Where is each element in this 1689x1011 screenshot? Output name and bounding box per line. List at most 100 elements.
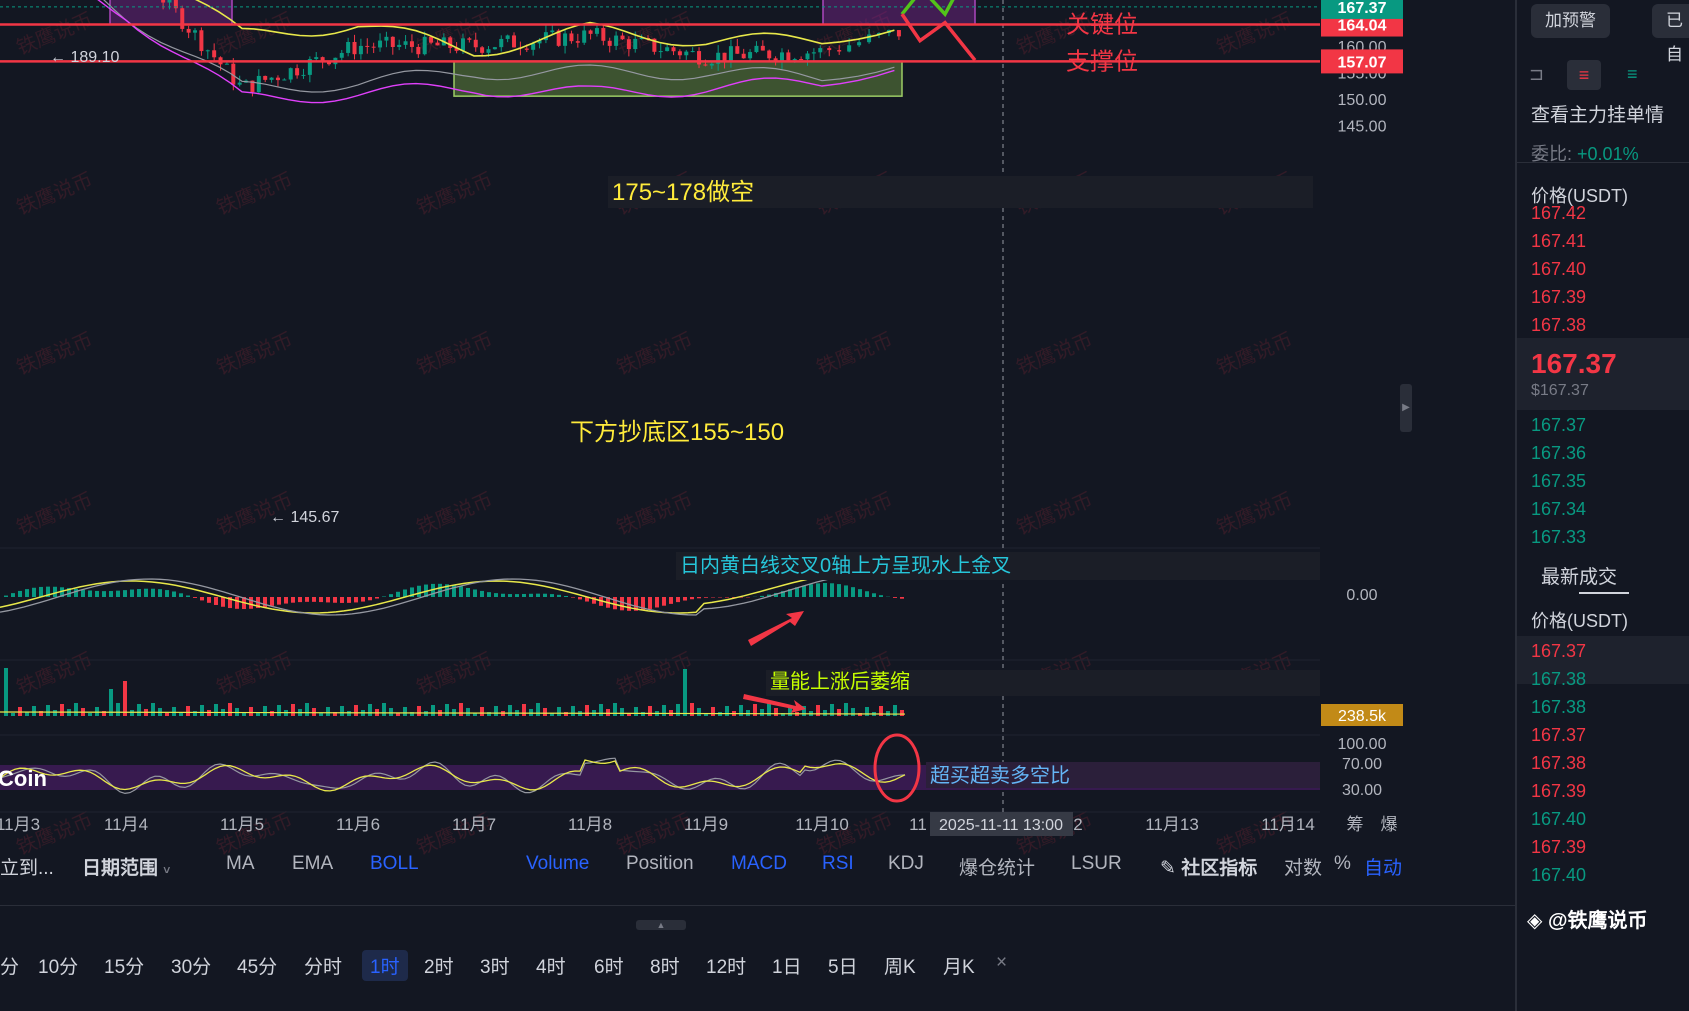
candle-body [390,36,395,48]
indicator-rsi[interactable]: RSI [822,853,854,875]
add-alert-button[interactable]: 加预警 [1531,4,1610,38]
community-indicators-button[interactable]: ✎ 社区指标 [1160,853,1257,880]
volume-bar [480,707,484,716]
indicator-爆仓统计[interactable]: 爆仓统计 [959,853,1035,880]
volume-bar [900,710,904,716]
interval-9[interactable]: 4时 [536,952,566,979]
candle-body [837,50,842,52]
volume-bar [74,703,78,716]
volume-bar [326,707,330,716]
candle-body [480,47,485,53]
volume-bar [459,703,463,716]
candle-body [365,45,370,47]
candle-body [563,33,568,46]
volume-note: 量能上涨后萎缩 [770,670,910,693]
auto-toggle[interactable]: 自动 [1364,853,1402,880]
volume-bar [599,704,603,716]
macd-histogram-bar [53,586,57,597]
interval-12[interactable]: 12时 [706,952,746,979]
volume-bar [88,713,92,716]
macd-zero-label: 0.00 [1346,587,1377,604]
interval-1[interactable]: 10分 [38,952,78,979]
candle-body [779,52,784,62]
candle-body [486,49,491,53]
indicator-boll[interactable]: BOLL [370,853,419,875]
macd-histogram-bar [130,589,134,597]
volume-bar [186,706,190,716]
interval-13[interactable]: 1日 [772,952,802,979]
indicator-ma[interactable]: MA [226,853,255,875]
bids-only-icon[interactable]: ≡ [1627,64,1638,85]
indicator-ema[interactable]: EMA [292,853,333,875]
candle-body [614,35,619,46]
interval-4[interactable]: 45分 [237,952,277,979]
collapse-handle-icon[interactable]: ▲ [636,920,686,930]
trades-tab[interactable]: 最新成交 [1541,562,1617,589]
macd-histogram-bar [816,583,820,597]
quick-link[interactable]: 立到... [0,853,54,880]
resistance-box-left [109,0,233,26]
interval-3[interactable]: 30分 [171,952,211,979]
macd-histogram-bar [459,586,463,597]
macd-histogram-bar [144,588,148,597]
interval-11[interactable]: 8时 [650,952,680,979]
indicator-volume[interactable]: Volume [526,853,589,875]
bid-row: 167.33 [1531,527,1587,547]
macd-histogram-bar [571,597,575,598]
brand-watermark: ◈ @铁鹰说币 [1527,904,1647,933]
bid-row: 167.35 [1531,471,1587,491]
rsi-tick-label: 30.00 [1342,782,1382,799]
interval-15[interactable]: 周K [884,952,916,979]
macd-histogram-bar [382,596,386,597]
both-sides-icon[interactable]: ≡ [1567,60,1601,90]
candle-body [709,63,714,66]
done-button[interactable]: 已自 [1652,4,1689,64]
percent-toggle[interactable]: % [1334,853,1351,875]
indicator-macd[interactable]: MACD [731,853,787,875]
interval-2[interactable]: 15分 [104,952,144,979]
macd-histogram-bar [662,597,666,606]
volume-bar [865,707,869,716]
interval-0[interactable]: 分 [0,952,19,979]
indicator-kdj[interactable]: KDJ [888,853,924,875]
book-icon[interactable]: ⊐ [1529,64,1544,85]
macd-histogram-bar [270,597,274,606]
date-range-button[interactable]: 日期范围 ˅ [82,853,170,880]
macd-histogram-bar [172,591,176,597]
volume-bar [263,706,267,716]
interval-16[interactable]: 月K [943,952,975,979]
interval-14[interactable]: 5日 [828,952,858,979]
brand-logo-icon: ◈ [1527,910,1543,932]
log-toggle[interactable]: 对数 [1284,853,1322,880]
macd-histogram-bar [214,597,218,605]
interval-7[interactable]: 2时 [424,952,454,979]
close-icon[interactable]: × [996,952,1007,974]
volume-bar [613,703,617,716]
volume-bar [60,704,64,716]
order-title[interactable]: 查看主力挂单情 [1531,100,1664,127]
indicator-position[interactable]: Position [626,853,694,875]
macd-histogram-bar [669,597,673,604]
candle-body [847,45,852,52]
macd-histogram-bar [648,597,652,609]
volume-bar [319,713,323,716]
interval-6[interactable]: 1时 [362,950,408,981]
candle-body [512,35,517,48]
interval-5[interactable]: 分时 [304,952,342,979]
interval-8[interactable]: 3时 [480,952,510,979]
volume-bar [130,710,134,716]
ask-row: 167.42 [1531,203,1587,223]
macd-histogram-bar [109,591,113,597]
date-range-label: 日期范围 [82,858,159,879]
low-marker: ← 145.67 [270,509,339,526]
indicator-lsur[interactable]: LSUR [1071,853,1122,875]
macd-histogram-bar [480,590,484,597]
macd-histogram-bar [830,583,834,597]
coin-label: Coin [0,766,47,791]
interval-10[interactable]: 6时 [594,952,624,979]
candle-body [199,30,204,52]
candle-body [346,41,351,53]
candle-body [180,8,185,29]
panel-expand-icon[interactable]: ▶ [1400,384,1412,432]
macd-histogram-bar [207,597,211,603]
